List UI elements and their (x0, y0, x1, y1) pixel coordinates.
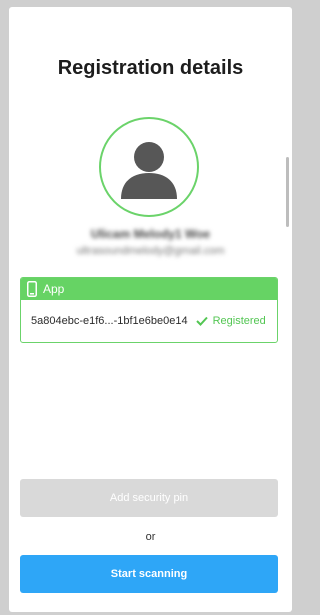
registration-screen: Registration details Ulicam Melody1 Woe … (9, 7, 292, 612)
page-title: Registration details (57, 57, 244, 79)
device-card-body: 5a804ebc-e1f6...-1bf1e6be0e14 Registered (21, 300, 277, 342)
phone-icon (27, 281, 37, 297)
status-text: Registered (212, 315, 266, 327)
user-name: Ulicam Melody1 Woe (90, 227, 211, 241)
user-email: ultrasoundmelody@gmail.com (76, 245, 225, 257)
avatar (99, 117, 199, 217)
user-silhouette-icon (121, 142, 177, 199)
or-separator: or (145, 531, 156, 543)
device-card-header: App (21, 278, 277, 300)
scrollbar[interactable] (286, 157, 289, 227)
device-card: App 5a804ebc-e1f6...-1bf1e6be0e14 Regist… (20, 277, 278, 343)
checkmark-icon (195, 316, 208, 326)
device-type-label: App (43, 282, 65, 296)
device-id: 5a804ebc-e1f6...-1bf1e6be0e14 (31, 315, 188, 327)
add-security-pin-button[interactable]: Add security pin (20, 479, 278, 517)
start-scanning-button[interactable]: Start scanning (20, 555, 278, 593)
status-badge: Registered (195, 315, 266, 327)
